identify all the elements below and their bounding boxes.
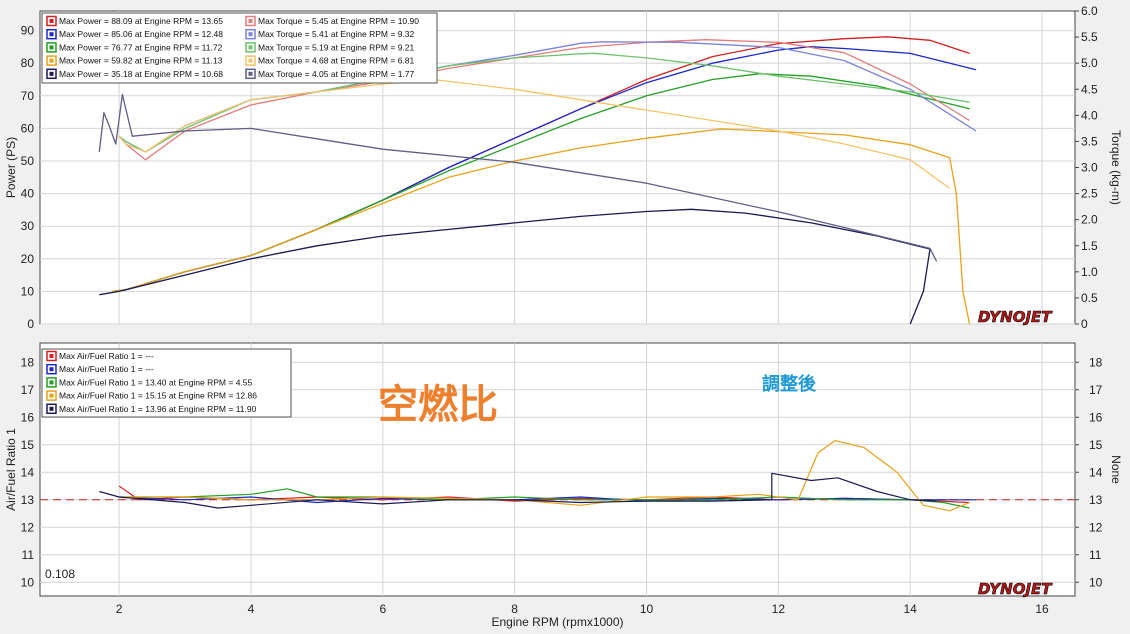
legend-power-entry: Max Power = 85.06 at Engine RPM = 12.48: [59, 29, 223, 39]
af-y-label: Air/Fuel Ratio 1: [4, 428, 18, 511]
legend-swatch-fill: [49, 45, 54, 50]
af-y2-label: None: [1109, 455, 1123, 484]
af-y2-tick: 16: [1089, 410, 1103, 424]
legend-af-entry: Max Air/Fuel Ratio 1 = 15.15 at Engine R…: [59, 391, 257, 401]
legend-swatch-fill: [248, 19, 253, 23]
af-y-tick: 11: [22, 548, 35, 562]
legend-af-entry: Max Air/Fuel Ratio 1 = ---: [59, 351, 154, 361]
dynojet-logo: DYNOJET: [978, 580, 1054, 599]
legend-swatch-fill: [248, 71, 253, 76]
legend-swatch-fill: [49, 71, 54, 76]
legend-power-entry: Max Power = 35.18 at Engine RPM = 10.68: [59, 69, 223, 79]
legend-af-entry: Max Air/Fuel Ratio 1 = 13.96 at Engine R…: [59, 404, 257, 414]
legend-swatch-fill: [49, 32, 54, 37]
af-y2-tick: 13: [1089, 493, 1103, 507]
af-y2-tick: 14: [1089, 465, 1103, 479]
af-y-tick: 17: [21, 383, 35, 397]
legend-swatch-fill: [49, 393, 54, 398]
legend-power-entry: Max Power = 59.82 at Engine RPM = 11.13: [59, 56, 223, 66]
legend-power-entry: Max Power = 88.09 at Engine RPM = 13.65: [59, 16, 223, 26]
torque-y-tick: 4.5: [1081, 82, 1098, 96]
rpm-x-tick: 6: [379, 602, 386, 616]
torque-y-tick: 2.0: [1081, 213, 1098, 227]
legend-swatch-fill: [49, 19, 54, 23]
rpm-x-tick: 4: [248, 602, 255, 616]
power-y-label: Power (PS): [4, 137, 18, 198]
torque-y-tick: 5.5: [1081, 30, 1098, 44]
af-annotation-title: 空燃比: [378, 382, 498, 428]
legend-swatch-fill: [248, 58, 253, 63]
af-y2-tick: 18: [1089, 355, 1103, 369]
power-y-tick: 40: [21, 187, 35, 201]
rpm-x-label: Engine RPM (rpmx1000): [491, 615, 623, 629]
legend-swatch-fill: [49, 380, 54, 385]
rpm-x-tick: 2: [116, 602, 123, 616]
power-y-tick: 10: [21, 284, 35, 298]
legend-swatch-fill: [248, 45, 253, 50]
legend-af-entry: Max Air/Fuel Ratio 1 = ---: [59, 364, 154, 374]
af-y-tick: 16: [21, 410, 35, 424]
legend-torque-entry: Max Torque = 5.41 at Engine RPM = 9.32: [258, 29, 415, 39]
torque-y-tick: 1.0: [1081, 265, 1098, 279]
af-y-tick: 15: [21, 438, 35, 452]
power-y-tick: 0: [27, 317, 34, 331]
af-y2-tick: 17: [1089, 383, 1103, 397]
dyno-chart: 0 10 20 30 40 50 60 70 80 90 0 0.5 1.0 1.5 2.0 2.5 3.0 3.…: [4, 4, 1123, 629]
power-y-tick: 60: [21, 121, 35, 135]
torque-y-label: Torque (kg-m): [1109, 130, 1123, 205]
af-y-tick: 12: [21, 520, 35, 534]
af-y2-tick: 15: [1089, 438, 1103, 452]
af-y2-tick: 12: [1089, 520, 1103, 534]
af-y-tick: 10: [21, 575, 35, 589]
dynojet-logo-text: DYNOJET: [978, 580, 1053, 598]
torque-y-tick: 5.0: [1081, 56, 1098, 70]
power-y-tick: 70: [21, 89, 35, 103]
torque-y-tick: 2.5: [1081, 187, 1098, 201]
legend-swatch-fill: [49, 354, 54, 358]
legend-swatch-fill: [49, 58, 54, 63]
af-y-tick: 14: [21, 465, 35, 479]
torque-y-tick: 0.5: [1081, 291, 1098, 305]
power-y-tick: 20: [21, 252, 35, 266]
dynojet-logo: DYNOJET: [978, 308, 1054, 327]
af-y-tick: 18: [21, 355, 35, 369]
legend-af-entry: Max Air/Fuel Ratio 1 = 13.40 at Engine R…: [59, 377, 253, 387]
af-y2-tick: 11: [1089, 548, 1102, 562]
torque-y-tick: 1.5: [1081, 239, 1098, 253]
torque-y-tick: 0: [1081, 317, 1088, 331]
af-y-tick: 13: [21, 493, 35, 507]
torque-y-tick: 3.0: [1081, 161, 1098, 175]
rpm-x-tick: 14: [904, 602, 918, 616]
torque-y-tick: 3.5: [1081, 134, 1098, 148]
af-y2-tick: 10: [1089, 575, 1103, 589]
power-legend: Max Power = 88.09 at Engine RPM = 13.65 M…: [41, 12, 438, 84]
rpm-x-tick: 12: [772, 602, 786, 616]
legend-torque-entry: Max Torque = 4.05 at Engine RPM = 1.77: [258, 69, 415, 79]
legend-swatch-fill: [248, 32, 253, 37]
legend-torque-entry: Max Torque = 5.19 at Engine RPM = 9.21: [258, 42, 415, 52]
rpm-x-tick: 10: [640, 602, 654, 616]
rpm-x-tick: 16: [1035, 602, 1049, 616]
torque-y-tick: 4.0: [1081, 108, 1098, 122]
power-y-tick: 80: [21, 56, 35, 70]
af-legend: Max Air/Fuel Ratio 1 = --- Max Air/Fuel R…: [41, 348, 292, 418]
rpm-x-tick: 8: [511, 602, 518, 616]
torque-y-tick: 6.0: [1081, 4, 1098, 18]
legend-swatch-fill: [49, 367, 54, 372]
power-y-tick: 90: [21, 24, 35, 38]
legend-power-entry: Max Power = 76.77 at Engine RPM = 11.72: [59, 42, 223, 52]
power-y-tick: 50: [21, 154, 35, 168]
legend-swatch-fill: [49, 406, 54, 411]
af-status-annotation: 調整後: [762, 373, 817, 395]
legend-torque-entry: Max Torque = 4.68 at Engine RPM = 6.81: [258, 56, 415, 66]
power-y-tick: 30: [21, 219, 35, 233]
legend-torque-entry: Max Torque = 5.45 at Engine RPM = 10.90: [258, 16, 419, 26]
corner-value: 0.108: [45, 567, 75, 581]
dynojet-logo-text: DYNOJET: [978, 308, 1053, 326]
